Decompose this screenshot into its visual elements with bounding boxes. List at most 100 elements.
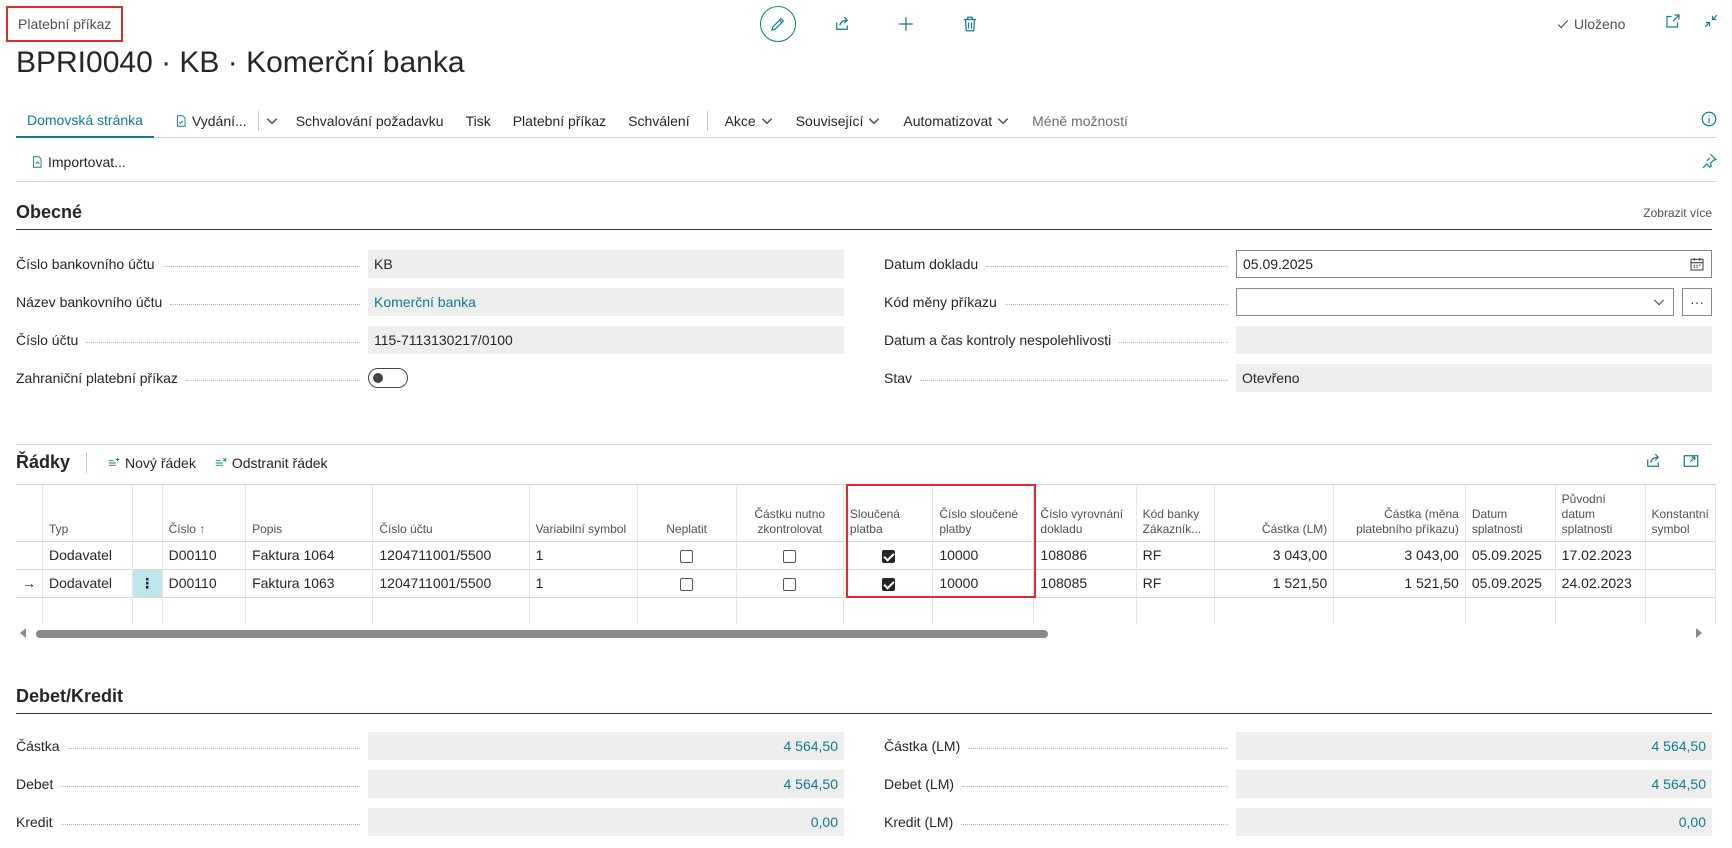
foreign-order-toggle[interactable] xyxy=(368,368,408,388)
row-menu-button[interactable]: ⋮ xyxy=(132,568,163,597)
cell-merged-no[interactable]: 10000 xyxy=(932,540,1035,569)
col-applies-to[interactable]: Číslo vyrovnání dokladu xyxy=(1033,485,1137,541)
cell-bank-code[interactable]: RF xyxy=(1136,540,1216,569)
status-field: Stav xyxy=(884,364,1236,392)
cell-due-date[interactable]: 05.09.2025 xyxy=(1465,540,1556,569)
related-menu[interactable]: Související xyxy=(785,104,893,138)
currency-lookup-button[interactable]: ··· xyxy=(1682,288,1712,316)
cell-description[interactable]: Faktura 1064 xyxy=(245,540,374,569)
credit-lcy-value[interactable]: 0,00 xyxy=(1236,808,1712,836)
skip-checkbox[interactable] xyxy=(680,577,694,591)
cell-applies-to[interactable]: 108086 xyxy=(1033,540,1137,569)
amount-check-checkbox[interactable] xyxy=(783,577,797,591)
table-row[interactable]: Dodavatel D00110 Faktura 1064 1204711001… xyxy=(16,540,1716,569)
breadcrumb[interactable]: Platební příkaz xyxy=(6,6,124,42)
cell-orig-due-date[interactable]: 17.02.2023 xyxy=(1555,540,1646,569)
open-new-window-icon[interactable] xyxy=(1664,12,1682,30)
cell-description[interactable]: Faktura 1063 xyxy=(245,568,374,597)
credit-value[interactable]: 0,00 xyxy=(368,808,844,836)
cell-const-symbol[interactable] xyxy=(1645,568,1716,597)
debit-value[interactable]: 4 564,50 xyxy=(368,770,844,798)
import-button[interactable]: Importovat... xyxy=(16,145,137,179)
collapse-icon[interactable] xyxy=(1702,12,1720,30)
calendar-icon[interactable] xyxy=(1689,256,1705,272)
cell-due-date[interactable]: 05.09.2025 xyxy=(1465,568,1556,597)
share-icon[interactable] xyxy=(1644,452,1662,470)
currency-select[interactable] xyxy=(1236,288,1674,316)
fewer-options-button[interactable]: Méně možností xyxy=(1021,104,1139,138)
col-const-symbol[interactable]: Konstantní symbol xyxy=(1645,485,1716,541)
debit-credit-section-header[interactable]: Debet/Kredit xyxy=(16,684,1712,714)
actions-menu[interactable]: Akce xyxy=(714,104,785,138)
cell-bank-code[interactable]: RF xyxy=(1136,568,1216,597)
bank-account-name-value[interactable]: Komerční banka xyxy=(368,288,844,316)
amount-value[interactable]: 4 564,50 xyxy=(368,732,844,760)
cell-account-no[interactable]: 1204711001/5500 xyxy=(372,540,530,569)
col-skip[interactable]: Neplatit xyxy=(637,485,737,541)
new-button[interactable] xyxy=(888,6,924,42)
col-amount-order[interactable]: Částka (měna platebního příkazu) xyxy=(1333,485,1466,541)
show-more-link[interactable]: Zobrazit více xyxy=(1643,206,1712,220)
col-merged-no[interactable]: Číslo sloučené platby xyxy=(932,485,1035,541)
amount-lcy-value[interactable]: 4 564,50 xyxy=(1236,732,1712,760)
skip-checkbox[interactable] xyxy=(680,549,694,563)
col-amount-check[interactable]: Částku nutno zkontrolovat xyxy=(736,485,844,541)
cell-no[interactable]: D00110 xyxy=(162,568,247,597)
automate-menu[interactable]: Automatizovat xyxy=(892,104,1021,138)
payment-order-menu[interactable]: Platební příkaz xyxy=(502,104,617,138)
scrollbar-thumb[interactable] xyxy=(36,630,1048,638)
print-menu[interactable]: Tisk xyxy=(455,104,502,138)
col-merged[interactable]: Sloučená platba xyxy=(843,485,934,541)
pin-button[interactable] xyxy=(1700,152,1718,173)
cell-type[interactable]: Dodavatel xyxy=(42,568,133,597)
issue-button[interactable]: Vydání... xyxy=(154,104,258,138)
cell-amount-order[interactable]: 3 043,00 xyxy=(1333,540,1466,569)
empty-new-row[interactable] xyxy=(16,596,1716,624)
col-bank-code[interactable]: Kód banky Zákazník... xyxy=(1136,485,1216,541)
col-var-symbol[interactable]: Variabilní symbol xyxy=(529,485,638,541)
cell-orig-due-date[interactable]: 24.02.2023 xyxy=(1555,568,1646,597)
approval-request-menu[interactable]: Schvalování požadavku xyxy=(285,104,455,138)
col-no[interactable]: Číslo ↑ xyxy=(162,485,247,541)
import-document-icon xyxy=(33,155,42,168)
issue-dropdown[interactable] xyxy=(259,104,285,138)
cell-type[interactable]: Dodavatel xyxy=(42,540,133,569)
table-row[interactable]: → Dodavatel ⋮ D00110 Faktura 1063 120471… xyxy=(16,568,1716,597)
scroll-left-icon[interactable] xyxy=(20,628,26,638)
cell-const-symbol[interactable] xyxy=(1645,540,1716,569)
cell-no[interactable]: D00110 xyxy=(162,540,247,569)
cell-amount-lcy[interactable]: 3 043,00 xyxy=(1214,540,1335,569)
share-button[interactable] xyxy=(824,6,860,42)
delete-line-button[interactable]: Odstranit řádek xyxy=(206,446,338,480)
row-indicator xyxy=(16,540,43,569)
col-type[interactable]: Typ xyxy=(42,485,133,541)
col-due-date[interactable]: Datum splatnosti xyxy=(1465,485,1556,541)
tab-home[interactable]: Domovská stránka xyxy=(16,104,154,138)
col-description[interactable]: Popis xyxy=(245,485,374,541)
cell-amount-order[interactable]: 1 521,50 xyxy=(1333,568,1466,597)
doc-date-input[interactable]: 05.09.2025 xyxy=(1236,250,1712,278)
scroll-right-icon[interactable] xyxy=(1696,628,1702,638)
merged-checkbox[interactable] xyxy=(881,577,895,591)
general-section-header[interactable]: Obecné Zobrazit více xyxy=(16,200,1712,230)
merged-checkbox[interactable] xyxy=(881,549,895,563)
cell-merged-no[interactable]: 10000 xyxy=(932,568,1035,597)
pencil-icon xyxy=(771,17,785,31)
edit-button[interactable] xyxy=(760,6,796,42)
cell-amount-lcy[interactable]: 1 521,50 xyxy=(1214,568,1335,597)
col-account-no[interactable]: Číslo účtu xyxy=(372,485,530,541)
info-button[interactable] xyxy=(1700,110,1718,131)
cell-applies-to[interactable]: 108085 xyxy=(1033,568,1137,597)
col-amount-lcy[interactable]: Částka (LM) xyxy=(1214,485,1335,541)
amount-check-checkbox[interactable] xyxy=(783,549,797,563)
cell-var-symbol[interactable]: 1 xyxy=(529,540,638,569)
expand-icon[interactable] xyxy=(1682,452,1700,470)
approval-menu[interactable]: Schválení xyxy=(617,104,700,138)
cell-account-no[interactable]: 1204711001/5500 xyxy=(372,568,530,597)
horizontal-scrollbar[interactable] xyxy=(16,626,1706,640)
new-line-button[interactable]: Nový řádek xyxy=(99,446,206,480)
cell-var-symbol[interactable]: 1 xyxy=(529,568,638,597)
debit-lcy-value[interactable]: 4 564,50 xyxy=(1236,770,1712,798)
delete-button[interactable] xyxy=(952,6,988,42)
col-orig-due-date[interactable]: Původní datum splatnosti xyxy=(1555,485,1646,541)
